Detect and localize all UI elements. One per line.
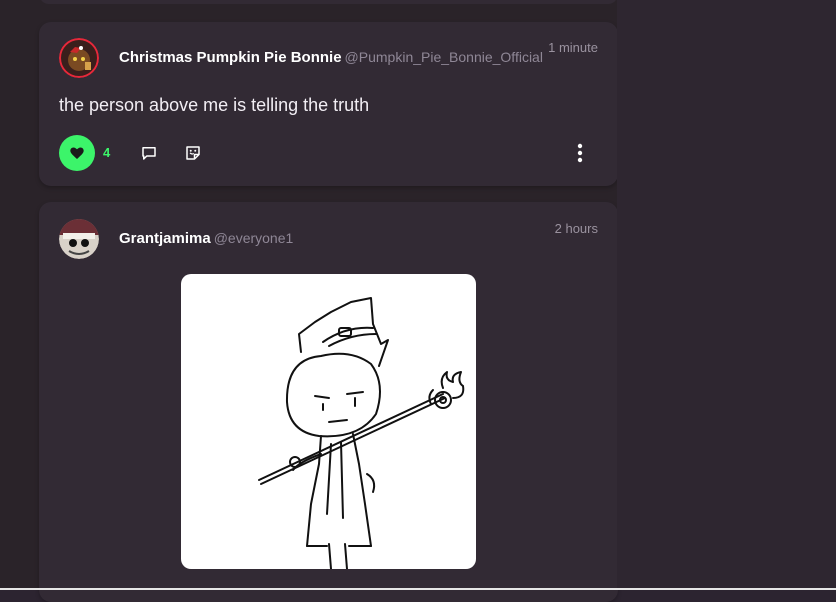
post-text: the person above me is telling the truth	[59, 95, 370, 115]
author-handle[interactable]: @Pumpkin_Pie_Bonnie_Official	[345, 49, 543, 65]
post-card: Christmas Pumpkin Pie Bonnie @Pumpkin_Pie…	[39, 22, 618, 186]
previous-post-edge	[39, 0, 618, 4]
comment-icon	[142, 147, 156, 160]
avatar[interactable]	[59, 219, 99, 259]
sticker-icon	[186, 146, 200, 160]
post-image[interactable]	[181, 274, 476, 569]
pumpkin-pie-bonnie-avatar-icon	[59, 38, 99, 78]
feed-column: Christmas Pumpkin Pie Bonnie @Pumpkin_Pie…	[0, 0, 618, 602]
post-timestamp: 2 hours	[554, 221, 598, 236]
comment-button[interactable]	[139, 143, 159, 163]
feed-page: Christmas Pumpkin Pie Bonnie @Pumpkin_Pie…	[0, 0, 836, 602]
post-card: Grantjamima @everyone1 2 hours	[39, 202, 618, 602]
right-sidebar-area	[617, 0, 836, 590]
heart-icon	[70, 147, 84, 159]
post-timestamp: 1 minute	[548, 40, 598, 55]
like-count: 4	[103, 145, 111, 160]
post-author[interactable]: Grantjamima @everyone1	[119, 230, 293, 247]
grantjamima-avatar-icon	[59, 219, 99, 259]
avatar[interactable]	[59, 38, 99, 78]
author-name[interactable]: Grantjamima	[119, 230, 211, 247]
character-drawing	[258, 297, 465, 569]
post-author[interactable]: Christmas Pumpkin Pie Bonnie @Pumpkin_Pie…	[119, 49, 543, 66]
like-button[interactable]	[59, 135, 95, 171]
more-options-button[interactable]	[570, 143, 590, 163]
author-handle[interactable]: @everyone1	[214, 230, 294, 246]
sticker-button[interactable]	[183, 143, 203, 163]
more-vertical-icon	[577, 143, 583, 163]
author-name[interactable]: Christmas Pumpkin Pie Bonnie	[119, 49, 342, 66]
